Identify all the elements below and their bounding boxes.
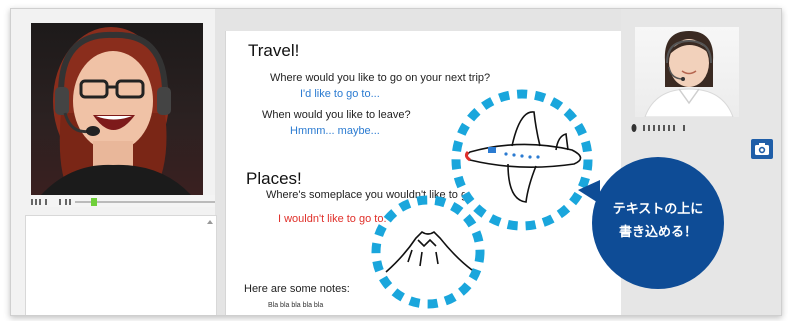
callout-line-1: テキストの上に [612,201,704,216]
callout-line-2: 書き込める！ [618,224,697,239]
dotted-circle-mountain [371,195,485,309]
dotted-circle-airplane [451,89,593,231]
callout-bubble: テキストの上に 書き込める！ [592,157,724,289]
